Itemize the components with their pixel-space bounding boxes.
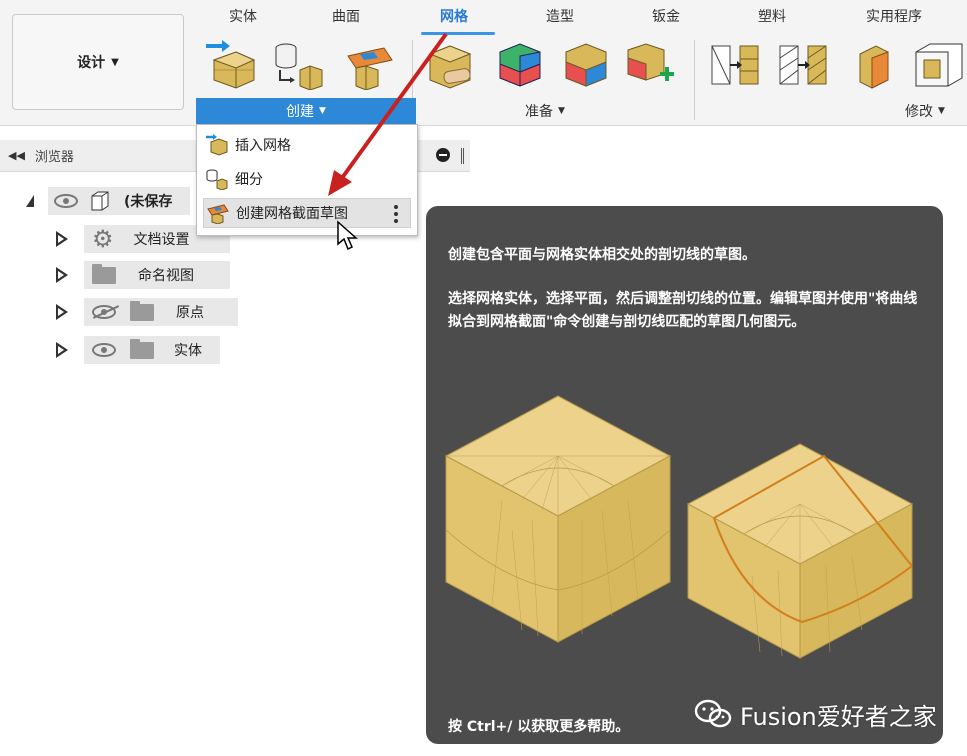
component-icon — [91, 191, 109, 211]
generate-face-groups-icon[interactable] — [622, 40, 678, 90]
browser-item-origin[interactable]: 原点 — [56, 297, 238, 327]
command-tooltip: 创建包含平面与网格实体相交处的剖切线的草图。 选择网格实体，选择平面，然后调整剖… — [426, 206, 943, 744]
expanded-triangle-icon[interactable] — [26, 195, 34, 207]
menu-item-label: 插入网格 — [235, 138, 291, 154]
collapsed-triangle-icon[interactable] — [56, 342, 68, 358]
tessellate-icon[interactable] — [270, 40, 326, 90]
browser-title: 浏览器 — [34, 150, 74, 165]
visibility-eye-icon[interactable] — [92, 343, 116, 357]
create-group-dropdown[interactable]: 创建 ▼ — [196, 98, 416, 124]
minimize-icon[interactable] — [436, 148, 450, 162]
workspace-label: 设计 — [77, 55, 106, 71]
root-component-label: (未保存 — [124, 194, 173, 210]
chevron-down-icon: ▼ — [319, 106, 326, 116]
workspace-design-button[interactable]: 设计 ▼ — [12, 14, 184, 110]
toolbar-ribbon: 设计 ▼ 实体 曲面 网格 造型 钣金 塑料 实用程序 创建 ▼ 准备 ▼ 修改… — [0, 0, 967, 126]
tooltip-instructions: 选择网格实体，选择平面，然后调整剖切线的位置。编辑草图并使用"将曲线拟合到网格截… — [448, 291, 918, 330]
reduce-mesh-icon[interactable] — [558, 40, 614, 90]
tab-mesh[interactable]: 网格 — [440, 6, 468, 26]
modify-group-label: 修改 — [905, 104, 934, 120]
menu-item-label: 细分 — [235, 172, 263, 188]
tooltip-description: 创建包含平面与网格实体相交处的剖切线的草图。 — [448, 247, 756, 263]
tessellate-icon — [206, 169, 228, 190]
tab-solid[interactable]: 实体 — [229, 6, 257, 26]
shell-mesh-icon[interactable] — [910, 40, 966, 90]
ribbon-separator — [694, 40, 695, 120]
plane-cut-icon[interactable] — [848, 40, 904, 90]
watermark: Fusion爱好者之家 — [694, 694, 937, 734]
chevron-down-icon: ▼ — [558, 106, 565, 116]
browser-item-bodies[interactable]: 实体 — [56, 335, 220, 365]
pin-icon[interactable] — [461, 148, 464, 164]
create-group-label: 创建 — [286, 104, 315, 120]
remesh-icon[interactable] — [492, 40, 548, 90]
collapsed-triangle-icon[interactable] — [56, 231, 68, 247]
tab-plastic[interactable]: 塑料 — [758, 6, 786, 26]
tooltip-help-hint: 按 Ctrl+/ 以获取更多帮助。 — [448, 719, 630, 735]
gear-icon: ⚙ — [92, 225, 114, 253]
tab-surface[interactable]: 曲面 — [332, 6, 360, 26]
convert-mesh-icon[interactable] — [708, 40, 764, 90]
active-tab-indicator — [421, 32, 495, 35]
browser-item-label: 文档设置 — [133, 232, 190, 248]
mesh-section-sketch-icon — [207, 204, 229, 224]
browser-item-label: 命名视图 — [138, 268, 194, 284]
menu-item-label: 创建网格截面草图 — [236, 206, 348, 222]
collapsed-triangle-icon[interactable] — [56, 304, 68, 320]
prepare-group-dropdown[interactable]: 准备 ▼ — [480, 98, 610, 124]
convert-faceted-icon[interactable] — [776, 40, 832, 90]
mesh-body-with-section — [686, 443, 914, 659]
browser-item-label: 实体 — [174, 343, 202, 359]
browser-item-named-views[interactable]: 命名视图 — [56, 260, 230, 290]
wechat-icon — [694, 699, 732, 728]
insert-mesh-icon — [206, 134, 228, 156]
collapsed-triangle-icon[interactable] — [56, 267, 68, 283]
folder-icon — [92, 263, 116, 284]
chevron-down-icon: ▼ — [938, 106, 945, 116]
more-options-icon[interactable] — [394, 205, 398, 223]
menu-item-insert-mesh[interactable]: 插入网格 — [203, 130, 411, 160]
browser-root-row[interactable]: (未保存 — [26, 186, 190, 216]
tab-form[interactable]: 造型 — [546, 6, 574, 26]
menu-item-create-mesh-section-sketch[interactable]: 创建网格截面草图 — [203, 198, 411, 228]
mouse-cursor-icon — [337, 220, 358, 251]
tab-sheet-metal[interactable]: 钣金 — [652, 6, 680, 26]
create-dropdown-menu: 插入网格 细分 创建网格截面草图 — [196, 124, 418, 236]
folder-icon — [130, 338, 154, 359]
repair-mesh-icon[interactable] — [424, 40, 480, 90]
hidden-eye-icon[interactable] — [92, 305, 116, 319]
modify-group-dropdown[interactable]: 修改 ▼ — [890, 98, 960, 124]
browser-item-label: 原点 — [176, 305, 204, 321]
mesh-section-sketch-icon[interactable] — [340, 40, 396, 90]
insert-mesh-icon[interactable] — [204, 40, 260, 90]
mesh-body-before — [444, 395, 672, 643]
mesh-section-illustration — [444, 395, 914, 659]
watermark-text: Fusion爱好者之家 — [740, 702, 937, 731]
prepare-group-label: 准备 — [525, 104, 554, 120]
chevron-down-icon: ▼ — [111, 56, 119, 68]
tab-utilities[interactable]: 实用程序 — [866, 6, 922, 26]
menu-item-tessellate[interactable]: 细分 — [203, 164, 411, 194]
collapse-panel-icon[interactable]: ◀◀ — [8, 149, 25, 162]
folder-icon — [130, 300, 154, 321]
visibility-eye-icon[interactable] — [54, 194, 78, 208]
